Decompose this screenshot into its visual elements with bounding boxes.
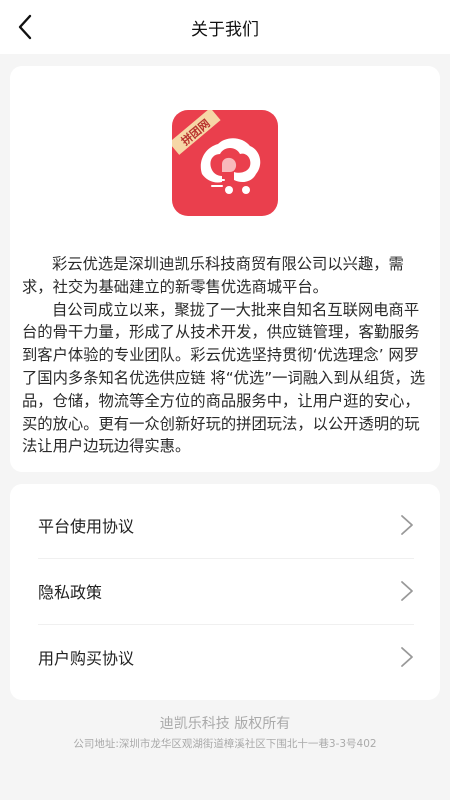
copyright-text: 迪凯乐科技 版权所有: [159, 716, 291, 732]
nav-bar: 关于我们: [0, 0, 450, 54]
chevron-right-icon: [401, 647, 413, 667]
menu-item-purchase-agreement[interactable]: 用户购买协议: [10, 624, 440, 690]
agreement-menu: 平台使用协议 隐私政策 用户购买协议: [10, 484, 440, 700]
menu-item-label: 平台使用协议: [38, 517, 135, 536]
intro-paragraph-2: 自公司成立以来，聚拢了一大批来自知名互联网电商平台的骨干力量，形成了从技术开发，…: [22, 300, 426, 456]
menu-item-label: 用户购买协议: [38, 649, 135, 668]
chevron-right-icon: [401, 515, 413, 535]
company-intro: 彩云优选是深圳迪凯乐科技商贸有限公司以兴趣，需求，社交为基础建立的新零售优选商城…: [22, 253, 432, 458]
menu-item-privacy-policy[interactable]: 隐私政策: [10, 558, 440, 624]
chevron-right-icon: [401, 581, 413, 601]
page-title: 关于我们: [191, 20, 259, 40]
intro-paragraph-1: 彩云优选是深圳迪凯乐科技商贸有限公司以兴趣，需求，社交为基础建立的新零售优选商城…: [22, 255, 404, 296]
app-logo: 拼团网: [172, 110, 278, 216]
about-card: 拼团网 彩云优选是深圳迪凯乐科技商贸有限公司以兴趣，需求，社交为基础建立的新零售…: [10, 66, 440, 472]
menu-item-platform-agreement[interactable]: 平台使用协议: [10, 492, 440, 558]
company-address: 公司地址:深圳市龙华区观湖街道樟溪社区下围北十一巷3-3号402: [73, 738, 377, 750]
menu-item-label: 隐私政策: [38, 583, 103, 602]
